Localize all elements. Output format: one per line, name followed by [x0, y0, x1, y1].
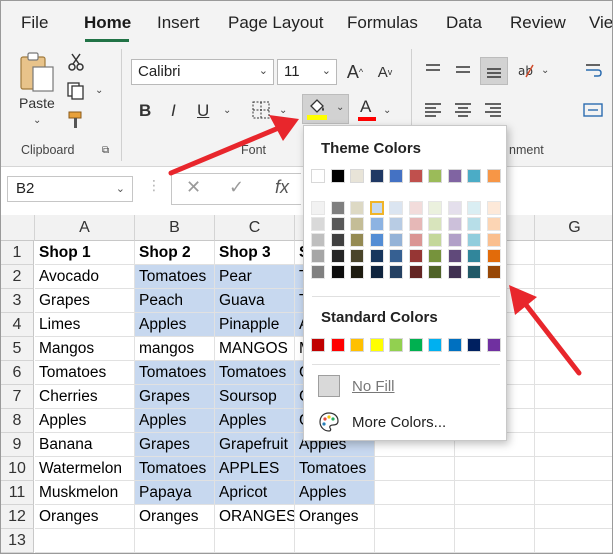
excel-window: File Home Insert Page Layout Formulas Da… [0, 0, 613, 554]
annotation-arrow-left [168, 124, 284, 176]
annotation-arrow-right [520, 298, 582, 376]
annotation-arrows [168, 115, 582, 376]
